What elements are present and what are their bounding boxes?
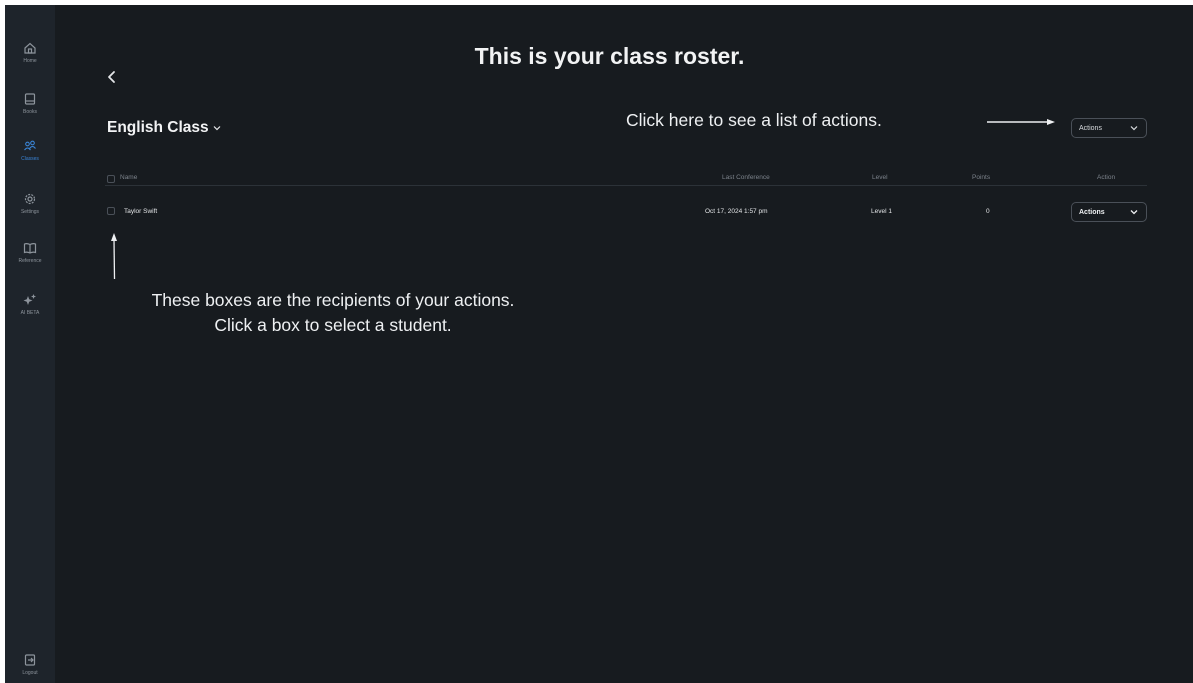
- classes-icon: [23, 139, 37, 153]
- row-actions-dropdown[interactable]: Actions: [1071, 202, 1147, 222]
- sidebar-item-label: AI BETA: [20, 310, 40, 316]
- app-window: Home Books Classes Settings Reference AI…: [5, 5, 1193, 683]
- sidebar: Home Books Classes Settings Reference AI…: [5, 5, 55, 683]
- sidebar-item-logout[interactable]: Logout: [5, 653, 55, 676]
- points-value: 0: [986, 208, 990, 215]
- last-conference-value: Oct 17, 2024 1:57 pm: [705, 208, 768, 215]
- back-button[interactable]: [105, 69, 119, 85]
- bulk-actions-dropdown[interactable]: Actions: [1071, 118, 1147, 138]
- chevron-down-icon: [1130, 210, 1138, 215]
- sidebar-item-settings[interactable]: Settings: [5, 192, 55, 215]
- select-all-checkbox[interactable]: [107, 175, 115, 183]
- annotation-line: These boxes are the recipients of your a…: [151, 290, 515, 310]
- column-header-points: Points: [972, 174, 991, 181]
- book-icon: [23, 92, 37, 106]
- chevron-down-icon: [213, 126, 221, 131]
- sidebar-item-label: Books: [23, 109, 37, 115]
- sidebar-item-books[interactable]: Books: [5, 92, 55, 115]
- actions-label: Actions: [1079, 124, 1102, 132]
- column-header-name: Name: [120, 174, 138, 181]
- row-select-checkbox[interactable]: [107, 207, 115, 215]
- student-name[interactable]: Taylor Swift: [124, 208, 157, 215]
- arrow-right-icon: [987, 119, 1055, 125]
- actions-annotation: Click here to see a list of actions.: [626, 110, 882, 130]
- class-selector[interactable]: English Class: [107, 119, 221, 137]
- chevron-left-icon: [108, 71, 115, 83]
- logout-icon: [23, 653, 37, 667]
- sidebar-item-label: Reference: [18, 258, 42, 264]
- sparkle-icon: [23, 293, 37, 307]
- sidebar-item-label: Logout: [22, 670, 38, 676]
- actions-label: Actions: [1079, 208, 1105, 216]
- sidebar-item-label: Classes: [21, 156, 39, 162]
- column-header-action: Action: [1097, 174, 1116, 181]
- page-title: This is your class roster.: [474, 43, 745, 69]
- column-header-level: Level: [872, 174, 888, 181]
- sidebar-item-ai-beta[interactable]: AI BETA: [5, 293, 55, 316]
- class-name: English Class: [107, 119, 209, 136]
- checkbox-annotation: These boxes are the recipients of your a…: [115, 288, 551, 338]
- sidebar-item-reference[interactable]: Reference: [5, 241, 55, 264]
- column-header-last-conference: Last Conference: [722, 174, 770, 181]
- chevron-down-icon: [1130, 126, 1138, 131]
- gear-icon: [23, 192, 37, 206]
- annotation-line: Click a box to select a student.: [214, 315, 452, 335]
- sidebar-item-label: Settings: [20, 209, 40, 215]
- open-book-icon: [23, 241, 37, 255]
- header-divider: [105, 185, 1147, 186]
- sidebar-item-classes[interactable]: Classes: [5, 139, 55, 162]
- level-value: Level 1: [871, 208, 892, 215]
- arrow-up-icon: [111, 233, 117, 280]
